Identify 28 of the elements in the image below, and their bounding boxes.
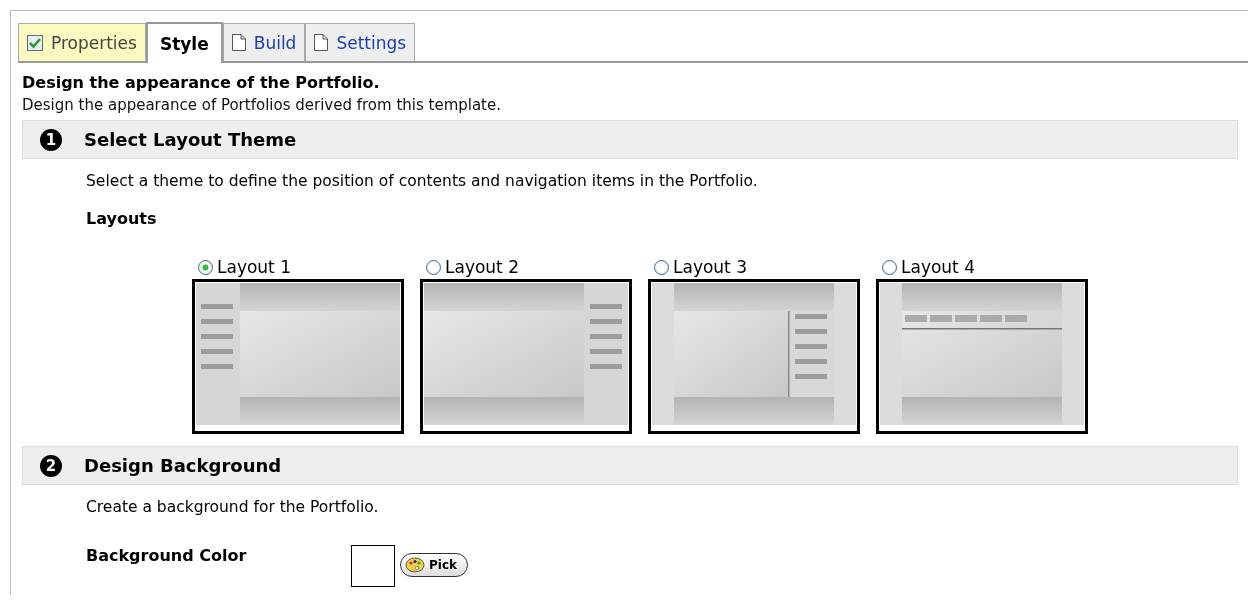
- radio-label[interactable]: Layout 1: [217, 257, 291, 277]
- checkbox-icon: [27, 34, 43, 51]
- palette-icon: [405, 557, 425, 573]
- field-label: Background Color: [86, 546, 248, 565]
- tab[interactable]: Settings: [305, 23, 416, 61]
- radio-button[interactable]: [882, 259, 897, 275]
- radio-button[interactable]: [654, 259, 669, 275]
- tab[interactable]: Build: [222, 23, 306, 61]
- section-title: Select Layout Theme: [84, 129, 297, 150]
- section-title: Design Background: [84, 455, 282, 476]
- page-heading: Design the appearance of the Portfolio.: [22, 73, 381, 92]
- radio-button[interactable]: [198, 259, 213, 275]
- tab[interactable]: Style: [145, 22, 223, 63]
- document-icon: [314, 34, 329, 51]
- document-icon: [231, 34, 246, 51]
- field-label: Layouts: [86, 209, 158, 228]
- step-number-badge: 2: [40, 454, 62, 477]
- radio-button[interactable]: [426, 259, 441, 275]
- pick-button[interactable]: Pick: [400, 553, 468, 577]
- section-description: Create a background for the Portfolio.: [86, 498, 380, 516]
- page-description: Design the appearance of Portfolios derived from this template.: [22, 96, 502, 114]
- radio-label[interactable]: Layout 2: [445, 257, 519, 277]
- tab[interactable]: Properties: [18, 23, 146, 61]
- section-description: Select a theme to define the position of contents and navigation items in the Portfolio.: [86, 172, 759, 190]
- step-number-badge: 1: [40, 128, 62, 151]
- radio-label[interactable]: Layout 4: [901, 257, 975, 277]
- color-swatch: [351, 545, 395, 587]
- radio-label[interactable]: Layout 3: [673, 257, 747, 277]
